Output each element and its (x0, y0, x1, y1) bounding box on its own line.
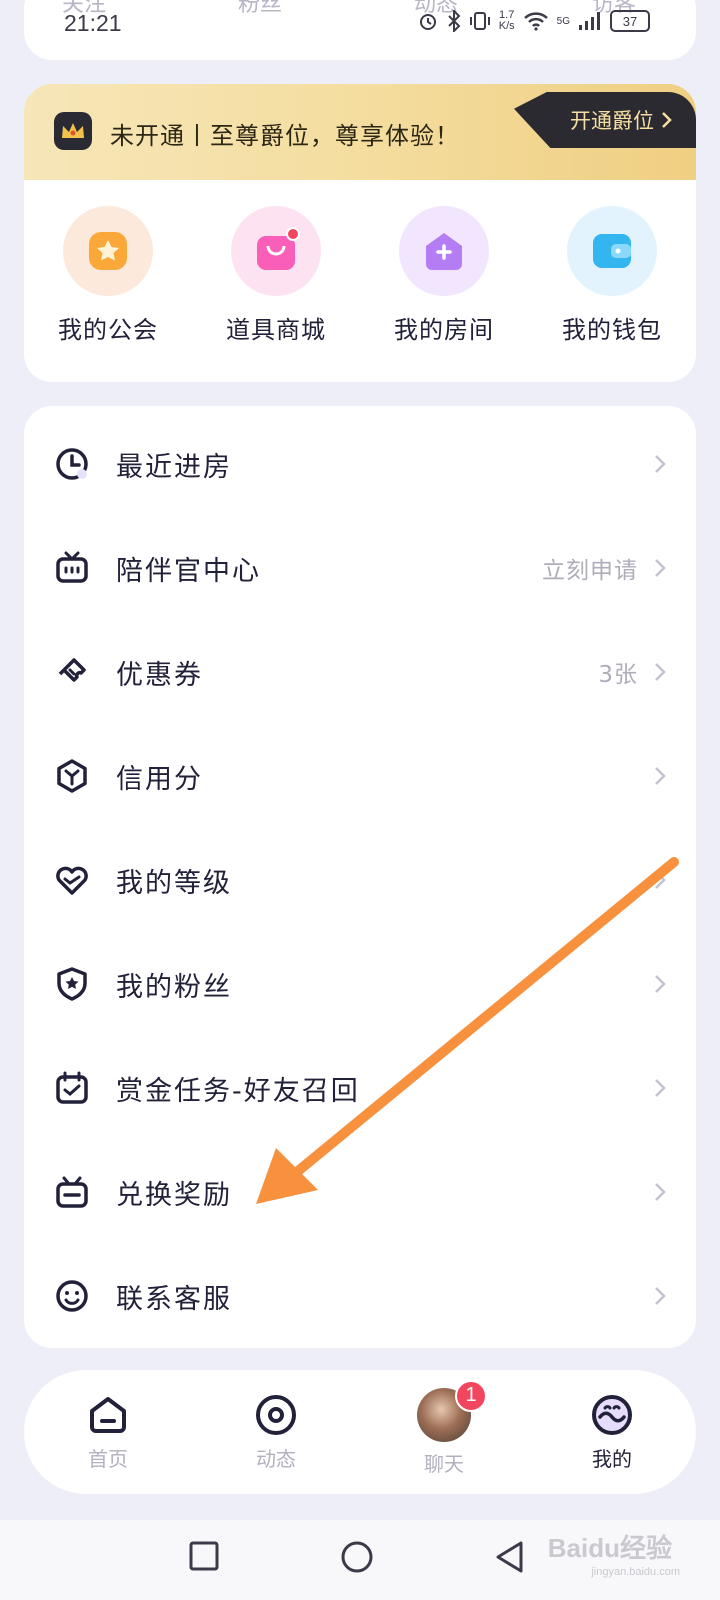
menu-item-redeem-rewards[interactable]: 兑换奖励 (24, 1140, 696, 1244)
watermark-logo: Baidu经验 (547, 1533, 672, 1563)
chevron-right-icon (655, 559, 666, 577)
vip-banner[interactable]: 未开通丨至尊爵位，尊享体验！ 开通爵位 (24, 84, 696, 180)
menu-right-text: 立刻申请 (542, 558, 638, 584)
chevron-right-icon (655, 663, 666, 681)
home-system-button[interactable] (340, 1540, 374, 1574)
vibrate-icon (469, 12, 490, 30)
menu-item-recent-rooms[interactable]: 最近进房 (24, 412, 696, 516)
net-speed: 1.7 K/s (498, 9, 515, 32)
quick-item-guild[interactable]: 我的公会 (24, 206, 192, 345)
quick-label: 道具商城 (226, 316, 326, 344)
back-button[interactable] (494, 1540, 526, 1574)
network-type: 5G (556, 15, 570, 27)
quick-item-shop[interactable]: 道具商城 (192, 206, 360, 345)
nav-home[interactable]: 首页 (38, 1393, 178, 1472)
status-time: 21:21 (64, 10, 122, 36)
bottom-nav: 首页 动态 1 聊天 我的 (24, 1370, 696, 1494)
nav-mine[interactable]: 我的 (542, 1393, 682, 1472)
shop-bag-icon (231, 206, 321, 296)
chevron-right-icon (655, 975, 666, 993)
quick-label: 我的房间 (394, 316, 494, 344)
avatar: 1 (417, 1379, 487, 1442)
bluetooth-icon (448, 10, 461, 32)
quick-actions: 我的公会 道具商城 我的房间 我的钱包 (24, 206, 696, 345)
nav-moments[interactable]: 动态 (206, 1393, 346, 1472)
gift-box-icon (54, 1174, 90, 1210)
recent-apps-button[interactable] (188, 1540, 220, 1572)
chevron-right-icon (655, 1183, 666, 1201)
menu-label: 信用分 (116, 763, 203, 795)
heart-level-icon (54, 862, 90, 898)
menu-label: 我的粉丝 (116, 971, 232, 1003)
menu-item-bounty-task[interactable]: 赏金任务-好友召回 (24, 1036, 696, 1140)
clock-icon (54, 446, 90, 482)
calendar-check-icon (54, 1070, 90, 1106)
chevron-right-icon (655, 1079, 666, 1097)
menu-item-coupons[interactable]: 优惠券 3张 (24, 620, 696, 724)
guild-star-icon (63, 206, 153, 296)
menu-item-customer-service[interactable]: 联系客服 (24, 1244, 696, 1348)
menu-label: 我的等级 (116, 867, 232, 899)
menu-label: 陪伴官中心 (116, 555, 261, 587)
chevron-right-icon (655, 767, 666, 785)
menu-item-companion-center[interactable]: 陪伴官中心 立刻申请 (24, 516, 696, 620)
shield-star-icon (54, 966, 90, 1002)
crown-icon (54, 112, 92, 150)
quick-label: 我的公会 (58, 316, 158, 344)
quick-label: 我的钱包 (562, 316, 662, 344)
signal-icon (579, 12, 600, 30)
menu-item-my-fans[interactable]: 我的粉丝 (24, 932, 696, 1036)
status-bar: 关注 粉丝 动态 访客 21:21 1.7 K/s 5G 37 (0, 0, 720, 44)
chevron-right-icon (662, 112, 672, 128)
ticket-icon (54, 654, 90, 690)
nav-chat[interactable]: 1 聊天 (374, 1379, 514, 1477)
smile-service-icon (54, 1278, 90, 1314)
room-house-icon (399, 206, 489, 296)
quick-item-wallet[interactable]: 我的钱包 (528, 206, 696, 345)
cube-icon (54, 758, 90, 794)
menu-card: 最近进房 陪伴官中心 立刻申请 优惠券 3张 信用分 我的等级 我的粉丝 赏金任… (24, 406, 696, 1348)
chevron-right-icon (655, 455, 666, 473)
menu-item-my-level[interactable]: 我的等级 (24, 828, 696, 932)
vip-card: 未开通丨至尊爵位，尊享体验！ 开通爵位 我的公会 道具商城 我的房间 我的钱包 (24, 84, 696, 382)
quick-item-room[interactable]: 我的房间 (360, 206, 528, 345)
menu-item-credit-score[interactable]: 信用分 (24, 724, 696, 828)
alarm-icon (419, 14, 436, 30)
wifi-icon (523, 12, 548, 31)
unread-badge: 1 (455, 1379, 487, 1412)
watermark-url: jingyan.baidu.com (591, 1566, 680, 1578)
menu-label: 联系客服 (116, 1283, 232, 1315)
open-vip-button[interactable]: 开通爵位 (514, 92, 696, 148)
nav-label: 我的 (592, 1446, 632, 1471)
status-icons: 1.7 K/s 5G 37 (417, 10, 650, 32)
vip-status-text: 未开通丨至尊爵位，尊享体验！ (110, 122, 460, 150)
menu-label: 赏金任务-好友召回 (116, 1075, 360, 1107)
wallet-icon (567, 206, 657, 296)
chevron-right-icon (655, 1287, 666, 1305)
menu-label: 兑换奖励 (116, 1179, 232, 1211)
profile-face-icon (592, 1394, 632, 1435)
target-icon (256, 1394, 296, 1435)
menu-label: 优惠券 (116, 659, 203, 691)
tab-fans-peek[interactable]: 粉丝 (238, 0, 282, 18)
nav-label: 动态 (256, 1446, 296, 1471)
chevron-right-icon (655, 871, 666, 889)
menu-label: 最近进房 (116, 451, 232, 483)
nav-label: 聊天 (424, 1451, 464, 1476)
nav-label: 首页 (88, 1446, 128, 1471)
tv-icon (54, 550, 90, 586)
menu-right-text: 3张 (598, 662, 638, 688)
open-vip-label: 开通爵位 (570, 109, 654, 133)
home-icon (90, 1396, 126, 1433)
battery-icon: 37 (610, 10, 650, 32)
